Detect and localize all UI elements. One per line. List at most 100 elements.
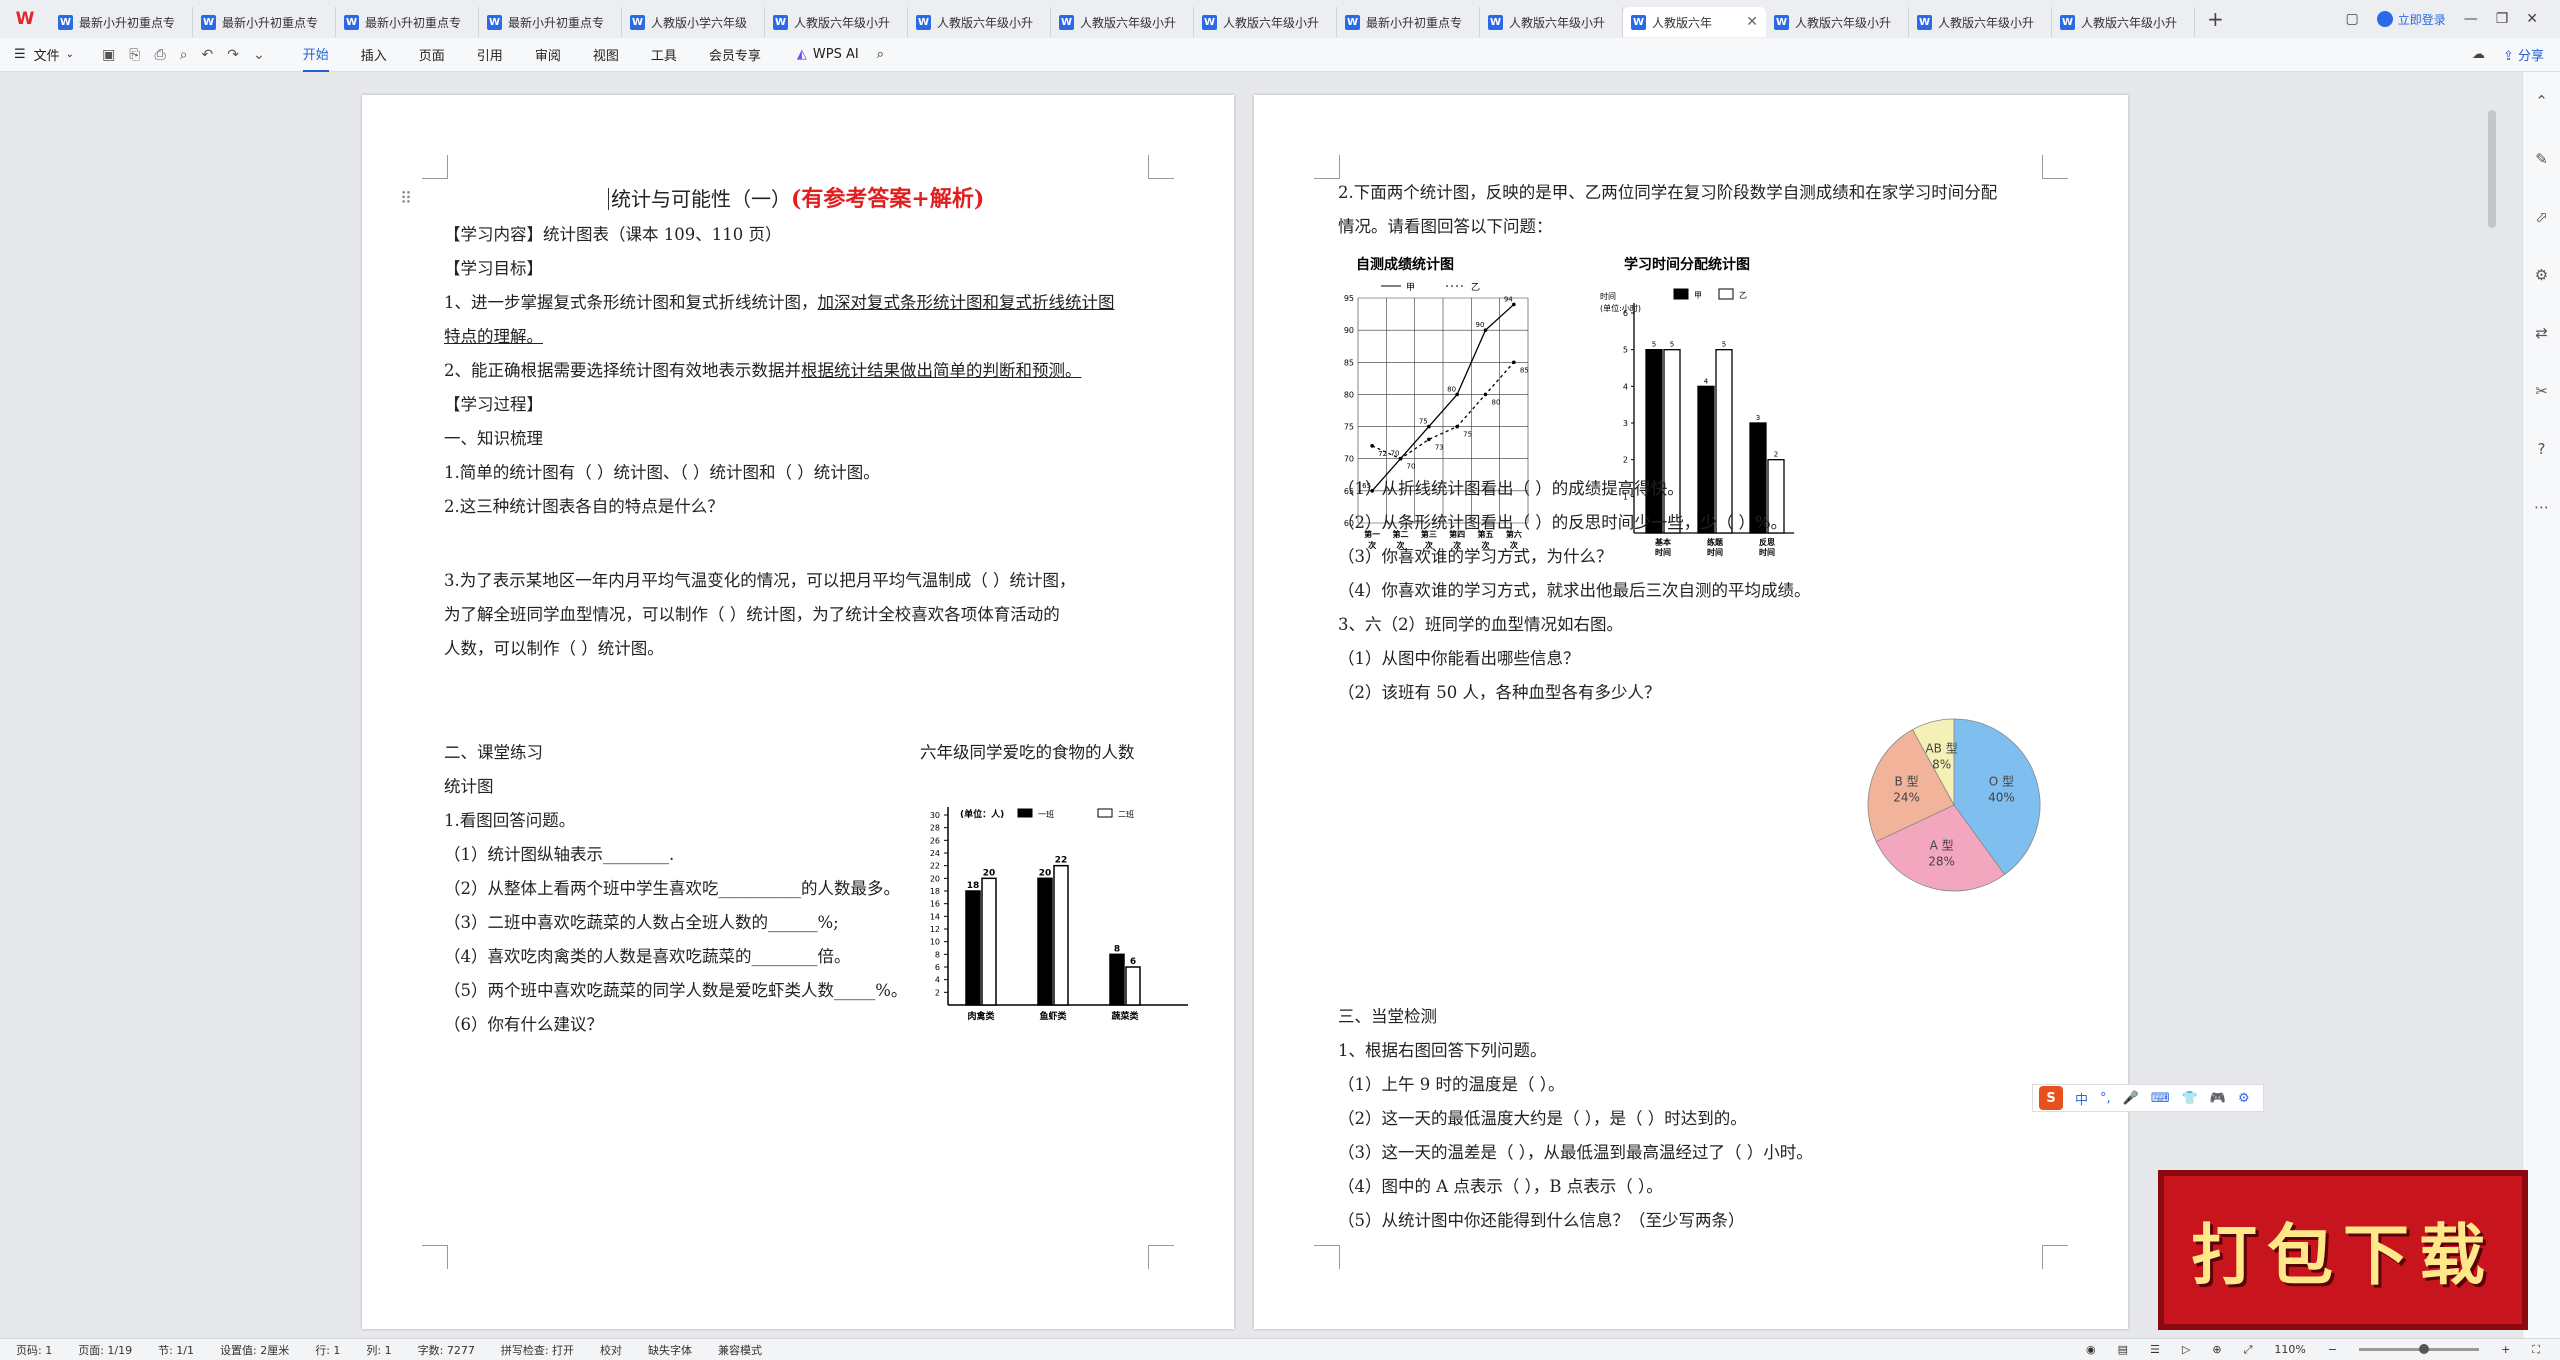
status-item[interactable]: 页码: 1 — [16, 1342, 52, 1358]
web-view-icon[interactable]: ⊕ — [2212, 1343, 2221, 1356]
ribbon-menu: 开始 插入 页面 引用 审阅 视图 工具 会员专享 — [302, 38, 761, 72]
tab-document[interactable]: W 最新小升初重点专 — [336, 7, 479, 37]
status-item[interactable]: 拼写检查: 打开 — [501, 1342, 574, 1358]
y-axis-label: 时间 — [1600, 291, 1616, 301]
status-item[interactable]: 节: 1/1 — [158, 1342, 194, 1358]
punctuation-icon[interactable]: °, — [2100, 1091, 2111, 1106]
status-item[interactable]: 兼容模式 — [718, 1342, 762, 1358]
more-icon[interactable]: ⌄ — [253, 47, 265, 63]
zoom-out-icon[interactable]: − — [2328, 1343, 2337, 1356]
tab-document[interactable]: W 最新小升初重点专 — [1337, 7, 1480, 37]
tab-document[interactable]: W 人教版六年级小升 — [1194, 7, 1337, 37]
document-page-2[interactable]: 2.下面两个统计图，反映的是甲、乙两位同学在复习阶段数学自测成绩和在家学习时间分… — [1254, 95, 2128, 1329]
undo-icon[interactable]: ↶ — [202, 47, 214, 63]
tab-document[interactable]: W 人教版六年级小升 — [2052, 7, 2195, 37]
redo-icon[interactable]: ↷ — [227, 47, 239, 63]
export-icon[interactable]: ⎘ — [129, 47, 140, 63]
document-page-1[interactable]: ⠿ 统计与可能性（一）(有参考答案+解析) 【学习内容】统计图表（课本 109、… — [362, 95, 1234, 1329]
page-view-icon[interactable]: ▤ — [2118, 1343, 2128, 1356]
window-layout-icon[interactable]: ▢ — [2345, 11, 2358, 27]
ribbon-tab[interactable]: 引用 — [477, 38, 503, 72]
vertical-scrollbar[interactable] — [2488, 110, 2496, 228]
minimize-icon[interactable]: — — [2464, 11, 2478, 27]
tools-icon[interactable]: ⚙ — [2238, 1091, 2250, 1106]
ribbon-tab[interactable]: 页面 — [419, 38, 445, 72]
translate-icon[interactable]: ⇄ — [2535, 324, 2548, 342]
wps-ai-button[interactable]: ◭ WPS AI — [797, 47, 859, 62]
tab-document[interactable]: W 人教版六年级小升 — [1766, 7, 1909, 37]
mic-icon[interactable]: 🎤 — [2123, 1091, 2139, 1106]
tab-document[interactable]: W 人教版小学六年级 — [622, 7, 765, 37]
drag-handle-icon[interactable]: ⠿ — [400, 190, 412, 208]
skin-icon[interactable]: 👕 — [2182, 1091, 2198, 1106]
tab-document[interactable]: W 人教版六年级小升 — [908, 7, 1051, 37]
help-icon[interactable]: ? — [2538, 440, 2546, 458]
ribbon-tab[interactable]: 视图 — [593, 38, 619, 72]
search-icon[interactable]: ⌕ — [877, 47, 884, 62]
pen-icon[interactable]: ✎ — [2535, 150, 2548, 168]
keyboard-icon[interactable]: ⌨ — [2151, 1091, 2170, 1106]
zoom-in-icon[interactable]: + — [2501, 1343, 2510, 1356]
fullscreen-icon[interactable]: ⛶ — [2532, 1343, 2540, 1357]
download-banner[interactable]: 打包下载 — [2158, 1170, 2528, 1330]
share-button[interactable]: ⇪ 分享 — [2503, 45, 2544, 64]
sync-icon[interactable]: ☁ — [2472, 47, 2485, 62]
legend-label: 一班 — [1038, 809, 1054, 819]
status-item[interactable]: 页面: 1/19 — [78, 1342, 132, 1358]
status-item[interactable]: 字数: 7277 — [418, 1342, 475, 1358]
ime-toolbar[interactable]: S 中 °, 🎤 ⌨ 👕 🎮 ⚙ — [2032, 1084, 2264, 1112]
outline-view-icon[interactable]: ☰ — [2150, 1343, 2160, 1356]
save-icon[interactable]: ▣ — [102, 47, 115, 63]
ribbon-tab[interactable]: 会员专享 — [709, 38, 761, 72]
file-menu[interactable]: 文件 — [34, 45, 60, 64]
login-button[interactable]: 立即登录 — [2376, 11, 2446, 28]
ribbon-tab[interactable]: 开始 — [302, 38, 329, 72]
tab-document[interactable]: W 人教版六年级小升 — [1480, 7, 1623, 37]
zoom-slider-handle[interactable] — [2419, 1344, 2430, 1354]
close-tab-icon[interactable]: ✕ — [1746, 14, 1758, 30]
status-item[interactable]: 行: 1 — [315, 1342, 340, 1358]
tab-document[interactable]: W 人教版六年级小升 — [765, 7, 908, 37]
menu-icon[interactable]: ☰ — [14, 47, 26, 62]
status-item[interactable]: 缺失字体 — [648, 1342, 692, 1358]
eye-icon[interactable]: ◉ — [2086, 1343, 2096, 1356]
play-icon[interactable]: ▷ — [2182, 1343, 2190, 1356]
close-icon[interactable]: ✕ — [2526, 11, 2538, 27]
tab-document[interactable]: W 最新小升初重点专 — [479, 7, 622, 37]
ribbon-tab[interactable]: 审阅 — [535, 38, 561, 72]
ribbon-tab[interactable]: 插入 — [361, 38, 387, 72]
zoom-level[interactable]: 110% — [2274, 1343, 2305, 1356]
print-icon[interactable]: ⎙ — [155, 47, 166, 63]
fit-icon[interactable]: ⤢ — [2244, 1343, 2253, 1357]
legend-swatch — [1718, 288, 1734, 300]
status-item[interactable]: 校对 — [600, 1342, 622, 1358]
question-line: （5）两个班中喜欢吃蔬菜的同学人数是爱吃虾类人数_____%。 — [444, 981, 908, 1000]
restore-icon[interactable]: ❐ — [2496, 11, 2509, 27]
collapse-icon[interactable]: ⌃ — [2535, 92, 2548, 110]
bar — [1715, 349, 1733, 534]
tab-document[interactable]: W 最新小升初重点专 — [50, 7, 193, 37]
more-options-icon[interactable]: ⋯ — [2534, 498, 2549, 516]
tab-document[interactable]: W 人教版六年 ✕ — [1623, 7, 1766, 37]
game-icon[interactable]: 🎮 — [2210, 1091, 2226, 1106]
select-icon[interactable]: ⬀ — [2535, 208, 2548, 226]
status-item[interactable]: 列: 1 — [366, 1342, 391, 1358]
word-doc-icon: W — [1345, 14, 1360, 30]
ribbon-tab[interactable]: 工具 — [651, 38, 677, 72]
chevron-down-icon[interactable]: ⌄ — [66, 49, 74, 60]
status-item[interactable]: 设置值: 2厘米 — [220, 1342, 289, 1358]
new-tab-icon[interactable]: + — [2207, 7, 2224, 31]
bar — [1109, 953, 1125, 1006]
question-line: 3.为了表示某地区一年内月平均气温变化的情况，可以把月平均气温制成（ ）统计图， — [444, 571, 1076, 590]
y-axis-label: (单位:小时) — [1600, 303, 1641, 313]
tab-document[interactable]: W 人教版六年级小升 — [1051, 7, 1194, 37]
preview-icon[interactable]: ⌕ — [180, 47, 188, 63]
tab-document[interactable]: W 最新小升初重点专 — [193, 7, 336, 37]
tools-icon[interactable]: ✂ — [2535, 382, 2548, 400]
wps-logo[interactable]: W — [0, 0, 50, 38]
settings-icon[interactable]: ⚙ — [2535, 266, 2548, 284]
page-title: 统计与可能性（一）(有参考答案+解析) — [608, 188, 984, 210]
zoom-slider[interactable] — [2359, 1344, 2480, 1354]
tab-document[interactable]: W 人教版六年级小升 — [1909, 7, 2052, 37]
y-tick-label: 8 — [935, 950, 940, 959]
